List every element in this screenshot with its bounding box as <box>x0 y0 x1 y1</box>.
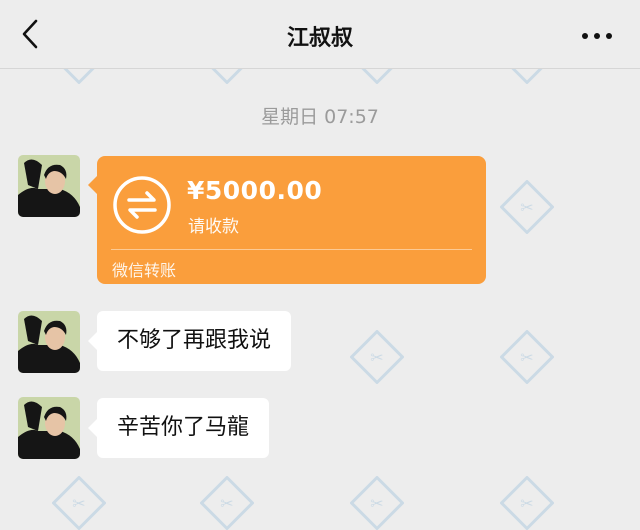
watermark-icon: ✂ <box>350 476 404 530</box>
transfer-footer: 微信转账 <box>112 261 177 280</box>
more-horizontal-icon <box>582 33 612 39</box>
svg-text:✂: ✂ <box>370 494 383 513</box>
transfer-card[interactable]: ¥5000.00 请收款 微信转账 <box>88 156 486 284</box>
watermark-icon: ✂ <box>350 330 404 384</box>
transfer-amount: ¥5000.00 <box>187 176 323 205</box>
transfer-status: 请收款 <box>188 217 239 237</box>
svg-text:✂: ✂ <box>520 348 533 367</box>
svg-text:✂: ✂ <box>220 494 233 513</box>
avatar-icon <box>18 397 80 459</box>
watermark-icon: ✂ <box>52 476 106 530</box>
svg-text:✂: ✂ <box>520 198 533 217</box>
message-timestamp: 星期日 07:57 <box>261 106 379 128</box>
message-bubble[interactable]: 不够了再跟我说 <box>87 311 292 371</box>
watermark-icon: ✂ <box>500 476 554 530</box>
chat-header: 江叔叔 <box>0 0 640 69</box>
transfer-arrows-icon <box>113 176 171 234</box>
avatar[interactable] <box>18 311 80 373</box>
avatar-icon <box>18 311 80 373</box>
avatar-icon <box>18 155 80 217</box>
more-button[interactable] <box>578 26 618 46</box>
svg-text:✂: ✂ <box>72 494 85 513</box>
watermark-icon: ✂ <box>500 180 554 234</box>
message-bubble[interactable]: 辛苦你了马龍 <box>87 398 270 458</box>
chat-title: 江叔叔 <box>286 26 353 51</box>
watermark-icon: ✂ <box>200 476 254 530</box>
svg-text:✂: ✂ <box>520 494 533 513</box>
avatar[interactable] <box>18 397 80 459</box>
svg-text:✂: ✂ <box>370 348 383 367</box>
avatar[interactable] <box>18 155 80 217</box>
card-divider <box>111 249 472 250</box>
watermark-icon: ✂ <box>500 330 554 384</box>
